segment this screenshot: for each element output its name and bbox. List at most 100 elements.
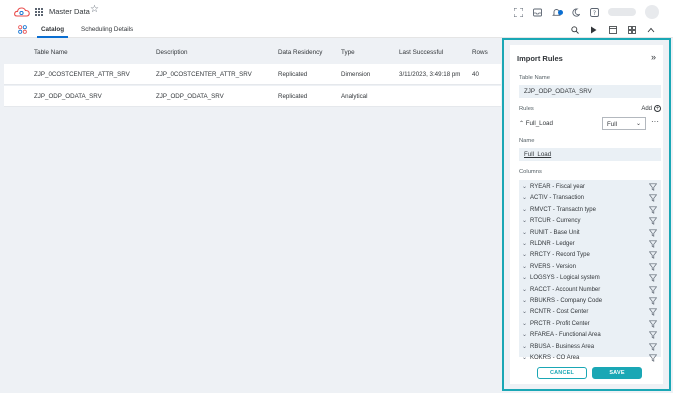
filter-icon[interactable]: [649, 286, 657, 294]
cell-table-name: ZJP_ODP_ODATA_SRV: [34, 93, 102, 100]
filter-icon[interactable]: [649, 194, 657, 203]
filter-icon[interactable]: [649, 183, 657, 191]
column-header-type[interactable]: Type: [341, 49, 355, 56]
column-item-label: RFAREA - Functional Area: [530, 332, 601, 339]
column-header-last-successful[interactable]: Last Successful: [399, 49, 443, 56]
column-item[interactable]: ⌄ RBUKRS - Company Code: [519, 296, 661, 307]
rule-type-select[interactable]: Full ⌄: [602, 117, 646, 130]
theme-moon-icon[interactable]: [570, 7, 580, 17]
chevron-down-icon[interactable]: ⌄: [522, 183, 527, 190]
column-item[interactable]: ⌄ KOKRS - CO Area: [519, 353, 661, 364]
notifications-bell-icon[interactable]: [551, 7, 563, 17]
rules-label: Rules: [519, 106, 534, 112]
chevron-down-icon[interactable]: ⌄: [522, 194, 527, 201]
column-item-label: RBUKRS - Company Code: [530, 298, 603, 304]
filter-icon[interactable]: [649, 263, 657, 271]
column-item[interactable]: ⌄ RFAREA - Functional Area: [519, 330, 661, 341]
chevron-down-icon[interactable]: ⌄: [522, 286, 527, 293]
column-item[interactable]: ⌄ RLDNR - Ledger: [519, 239, 661, 250]
cell-table-name: ZJP_0COSTCENTER_ATTR_SRV: [34, 71, 130, 78]
column-item[interactable]: ⌄ RRCTY - Record Type: [519, 250, 661, 261]
cell-last-successful: 3/11/2023, 3:49:18 pm: [399, 71, 461, 78]
chevron-down-icon[interactable]: ⌄: [522, 343, 527, 350]
cell-description: ZJP_0COSTCENTER_ATTR_SRV: [156, 71, 252, 78]
filter-icon[interactable]: [649, 320, 657, 328]
column-item[interactable]: ⌄ RCNTR - Cost Center: [519, 307, 661, 318]
filter-icon[interactable]: [649, 240, 657, 248]
cell-rows: 40: [472, 71, 479, 78]
chevron-down-icon[interactable]: ⌄: [522, 308, 527, 315]
add-rule-button[interactable]: Add +: [641, 105, 661, 112]
filter-icon[interactable]: [649, 251, 657, 260]
column-header-rows[interactable]: Rows: [472, 49, 488, 56]
overview-icon[interactable]: [18, 25, 27, 34]
rule-name-field[interactable]: Full_Load: [519, 148, 661, 161]
table-row[interactable]: ZJP_ODP_ODATA_SRV ZJP_ODP_ODATA_SRV Repl…: [4, 86, 501, 107]
cancel-button[interactable]: CANCEL: [537, 367, 587, 379]
column-item[interactable]: ⌄ RACCT - Account Number: [519, 285, 661, 296]
column-item[interactable]: ⌄ RBUSA - Business Area: [519, 342, 661, 353]
chevron-down-icon[interactable]: ⌄: [522, 320, 527, 327]
chevron-down-icon[interactable]: ⌄: [522, 263, 527, 270]
column-item[interactable]: ⌄ RTCUR - Currency: [519, 216, 661, 227]
filter-icon[interactable]: [649, 354, 657, 362]
filter-icon[interactable]: [649, 331, 657, 339]
column-item-label: RACCT - Account Number: [530, 286, 601, 293]
column-item[interactable]: ⌄ RUNIT - Base Unit: [519, 228, 661, 239]
column-item[interactable]: ⌄ RVERS - Version: [519, 262, 661, 273]
add-circle-icon: +: [654, 105, 661, 112]
tab-scheduling-details[interactable]: Scheduling Details: [81, 26, 133, 33]
filter-icon[interactable]: [649, 297, 657, 305]
cell-description: ZJP_ODP_ODATA_SRV: [156, 93, 224, 100]
table-name-field[interactable]: ZJP_ODP_ODATA_SRV: [519, 85, 661, 98]
help-icon[interactable]: ?: [589, 7, 599, 17]
filter-icon[interactable]: [649, 229, 657, 237]
chevron-down-icon[interactable]: ⌄: [522, 229, 527, 236]
fullscreen-icon[interactable]: [513, 7, 523, 17]
chevron-down-icon[interactable]: ⌄: [522, 217, 527, 224]
column-item-label: RMVCT - Transactn type: [530, 206, 596, 213]
collapse-panel-icon[interactable]: »: [651, 52, 656, 62]
filter-icon[interactable]: [649, 206, 657, 214]
chevron-down-icon[interactable]: ⌄: [522, 206, 527, 213]
import-rules-card: Import Rules » Table Name ZJP_ODP_ODATA_…: [510, 45, 663, 384]
favorite-star-icon[interactable]: ☆: [90, 5, 99, 15]
column-item[interactable]: ⌄ RMVCT - Transactn type: [519, 205, 661, 216]
datasphere-logo-icon[interactable]: [14, 6, 30, 18]
filter-icon[interactable]: [649, 343, 657, 351]
filter-icon[interactable]: [649, 308, 657, 317]
columns-label: Columns: [519, 169, 542, 175]
table-row[interactable]: ZJP_0COSTCENTER_ATTR_SRV ZJP_0COSTCENTER…: [4, 64, 501, 85]
chevron-down-icon[interactable]: ⌄: [522, 354, 527, 361]
column-header-data-residency[interactable]: Data Residency: [278, 49, 322, 56]
rule-expander[interactable]: ⌃ Full_Load: [519, 120, 553, 127]
column-item[interactable]: ⌄ PRCTR - Profit Center: [519, 319, 661, 330]
rule-name: Full_Load: [525, 120, 553, 127]
column-item[interactable]: ⌄ RYEAR - Fiscal year: [519, 182, 661, 193]
chevron-down-icon[interactable]: ⌄: [522, 331, 527, 338]
chevron-down-icon[interactable]: ⌄: [522, 240, 527, 247]
more-options-icon[interactable]: ···: [651, 118, 659, 126]
chevron-down-icon[interactable]: ⌄: [522, 274, 527, 281]
app-menu-icon[interactable]: [35, 8, 43, 16]
column-header-table-name[interactable]: Table Name: [34, 49, 68, 56]
collapse-up-icon[interactable]: [646, 25, 655, 34]
column-item-label: RBUSA - Business Area: [530, 343, 595, 350]
avatar[interactable]: [645, 5, 659, 19]
open-window-icon[interactable]: [608, 25, 617, 34]
tab-catalog[interactable]: Catalog: [36, 26, 69, 38]
import-rules-panel: Import Rules » Table Name ZJP_ODP_ODATA_…: [502, 38, 671, 391]
chevron-down-icon[interactable]: ⌄: [522, 297, 527, 304]
run-play-icon[interactable]: [589, 25, 598, 34]
column-header-description[interactable]: Description: [156, 49, 188, 56]
inbox-icon[interactable]: [532, 7, 542, 17]
column-item[interactable]: ⌄ ACTIV - Transaction: [519, 193, 661, 204]
hierarchy-icon[interactable]: [627, 25, 636, 34]
filter-icon[interactable]: [649, 217, 657, 225]
filter-icon[interactable]: [649, 274, 657, 282]
chevron-down-icon[interactable]: ⌄: [522, 251, 527, 258]
column-item-label: RYEAR - Fiscal year: [530, 184, 585, 190]
save-button[interactable]: SAVE: [592, 367, 642, 379]
search-icon[interactable]: [570, 25, 579, 34]
column-item[interactable]: ⌄ LOGSYS - Logical system: [519, 273, 661, 284]
